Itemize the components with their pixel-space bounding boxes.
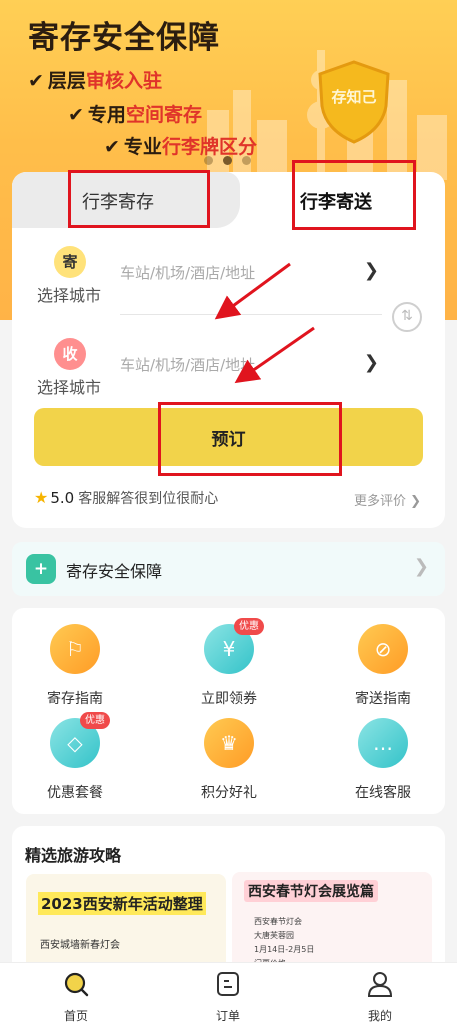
book-button[interactable]: 预订 bbox=[34, 408, 423, 466]
user-icon bbox=[367, 972, 393, 997]
check-icon: ✔ bbox=[28, 70, 44, 92]
chevron-right-icon: ❯ bbox=[413, 556, 429, 577]
bottom-nav: 首页 订单 我的 bbox=[0, 962, 457, 1024]
rating-summary: ★ 5.0 客服解答很到位很耐心 bbox=[34, 488, 219, 507]
hero-title: 寄存安全保障 bbox=[28, 20, 220, 56]
hero-feature-1: ✔ 层层审核入驻 bbox=[28, 70, 162, 92]
receiver-address-input[interactable]: 车站/机场/酒店/地址 bbox=[120, 354, 255, 375]
signpost-icon: ⚐ bbox=[50, 624, 100, 674]
carousel-dot[interactable] bbox=[242, 156, 251, 165]
send-badge: 寄 bbox=[54, 246, 86, 278]
service-get-coupon[interactable]: ¥ 优惠 立即领券 bbox=[174, 618, 284, 708]
sender-city-select[interactable]: 选择城市 bbox=[37, 282, 101, 306]
security-guarantee-banner[interactable]: + 寄存安全保障 ❯ bbox=[12, 542, 445, 596]
carousel-dot-active[interactable] bbox=[223, 156, 232, 165]
home-search-icon bbox=[64, 972, 89, 997]
chevron-right-icon[interactable]: ❯ bbox=[364, 260, 379, 281]
star-icon: ★ bbox=[34, 488, 49, 507]
chevron-right-icon[interactable]: ❯ bbox=[364, 352, 379, 373]
nav-orders[interactable]: 订单 bbox=[188, 967, 268, 1024]
service-online-support[interactable]: … 在线客服 bbox=[328, 718, 438, 802]
crown-icon: ♛ bbox=[204, 718, 254, 768]
service-storage-guide[interactable]: ⚐ 寄存指南 bbox=[20, 624, 130, 708]
more-reviews-link[interactable]: 更多评价 ❯ bbox=[354, 490, 421, 509]
hero-feature-3: ✔ 专业行李牌区分 bbox=[104, 136, 257, 158]
swap-icon[interactable]: ⇅ bbox=[392, 302, 422, 332]
svg-text:存知己: 存知己 bbox=[331, 88, 376, 106]
sender-row: 寄 选择城市 车站/机场/酒店/地址 ❯ bbox=[12, 242, 445, 318]
shield-plus-icon: + bbox=[26, 554, 56, 584]
nav-profile[interactable]: 我的 bbox=[340, 967, 420, 1024]
hero-feature-2: ✔ 专用空间寄存 bbox=[68, 104, 202, 126]
receiver-city-select[interactable]: 选择城市 bbox=[37, 374, 101, 398]
check-icon: ✔ bbox=[104, 136, 120, 158]
service-delivery-guide[interactable]: ⊘ 寄送指南 bbox=[328, 624, 438, 708]
security-label: 寄存安全保障 bbox=[66, 562, 163, 581]
compass-icon: ⊘ bbox=[358, 624, 408, 674]
orders-icon bbox=[217, 972, 239, 996]
tab-luggage-delivery[interactable]: 行李寄送 bbox=[240, 172, 445, 228]
service-tabs: 行李寄存 行李寄送 bbox=[12, 172, 445, 228]
section-title: 精选旅游攻略 bbox=[25, 846, 122, 865]
guide-card-lantern[interactable]: 西安春节灯会展览篇 西安春节灯会 大唐芙蓉园 1月14日-2月5日 门票价格 bbox=[232, 872, 432, 976]
travel-guide-section: 精选旅游攻略 2023西安新年活动整理 西安城墙新春灯会 西安春节灯会展览篇 西… bbox=[12, 826, 445, 976]
shield-logo-icon: 存知己 bbox=[318, 60, 390, 144]
carousel-dot[interactable] bbox=[204, 156, 213, 165]
chat-icon: … bbox=[358, 718, 408, 768]
divider bbox=[120, 314, 382, 315]
discount-tag: 优惠 bbox=[234, 618, 264, 635]
check-icon: ✔ bbox=[68, 104, 84, 126]
services-grid: ⚐ 寄存指南 ¥ 优惠 立即领券 ⊘ 寄送指南 ◇ 优惠 优惠套餐 ♛ 积分好礼… bbox=[12, 608, 445, 814]
tab-luggage-storage[interactable]: 行李寄存 bbox=[12, 172, 240, 228]
receive-badge: 收 bbox=[54, 338, 86, 370]
service-discount-package[interactable]: ◇ 优惠 优惠套餐 bbox=[20, 712, 130, 802]
booking-card: 行李寄存 行李寄送 寄 选择城市 车站/机场/酒店/地址 ❯ ⇅ 收 选择城市 … bbox=[12, 172, 445, 528]
discount-tag: 优惠 bbox=[80, 712, 110, 729]
tab-label: 行李寄存 bbox=[82, 192, 154, 213]
sender-address-input[interactable]: 车站/机场/酒店/地址 bbox=[120, 262, 255, 283]
tab-label: 行李寄送 bbox=[300, 192, 372, 213]
service-points-gifts[interactable]: ♛ 积分好礼 bbox=[174, 718, 284, 802]
receiver-row: 收 选择城市 车站/机场/酒店/地址 ❯ bbox=[12, 334, 445, 410]
guide-card-new-year[interactable]: 2023西安新年活动整理 西安城墙新春灯会 bbox=[26, 874, 226, 976]
nav-home[interactable]: 首页 bbox=[36, 967, 116, 1024]
carousel-dots bbox=[204, 156, 251, 165]
rating-comment: 客服解答很到位很耐心 bbox=[78, 491, 219, 507]
